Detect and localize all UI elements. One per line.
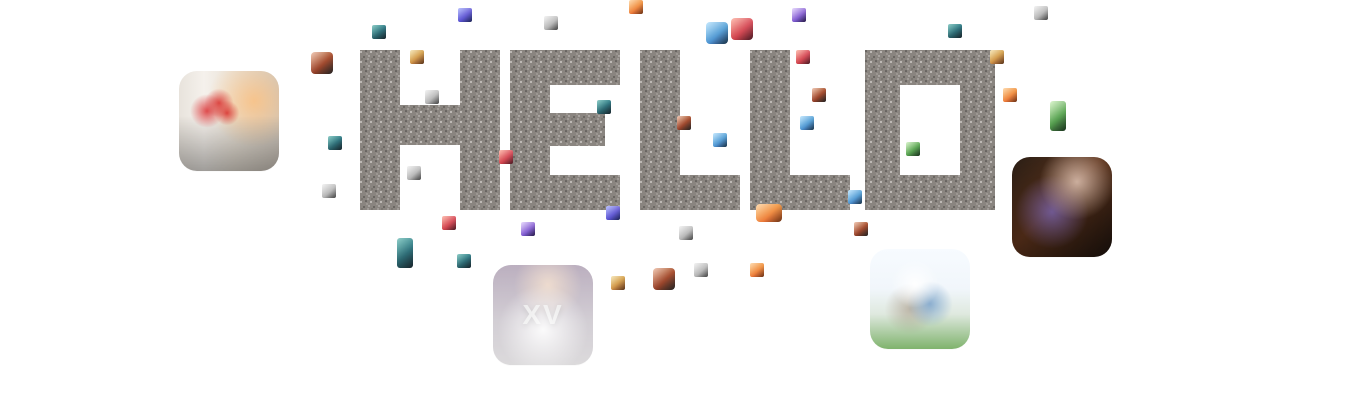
hello-mosaic-svg: [360, 50, 995, 210]
photo-big-couple: [870, 249, 970, 349]
photo-big-bottom-label: XV: [522, 299, 564, 330]
thumbnail: [597, 100, 611, 114]
thumbnail: [990, 50, 1004, 64]
thumbnail: [322, 184, 336, 198]
thumbnail: [544, 16, 558, 30]
photo-big-bottom: XV: [493, 265, 593, 365]
hello-mosaic: HELLO: [340, 30, 1020, 230]
thumbnail: [677, 116, 691, 130]
thumbnail: [397, 238, 413, 268]
thumbnail: [848, 190, 862, 204]
thumbnail: [425, 90, 439, 104]
thumbnail: [679, 226, 693, 240]
thumbnail: [1050, 101, 1066, 131]
thumbnail: [1034, 6, 1048, 20]
thumbnail: [611, 276, 625, 290]
thumbnail: [948, 24, 962, 38]
thumbnail: [499, 150, 513, 164]
collage-stage: HELLO: [0, 0, 1360, 418]
thumbnail: [328, 136, 342, 150]
thumbnail: [1003, 88, 1017, 102]
thumbnail: [407, 166, 421, 180]
thumbnail: [792, 8, 806, 22]
thumbnail: [442, 216, 456, 230]
thumbnail: [521, 222, 535, 236]
thumbnail: [800, 116, 814, 130]
thumbnail: [653, 268, 675, 290]
thumbnail: [713, 133, 727, 147]
thumbnail: [750, 263, 764, 277]
thumbnail: [731, 18, 753, 40]
thumbnail: [410, 50, 424, 64]
thumbnail: [458, 8, 472, 22]
thumbnail: [854, 222, 868, 236]
thumbnail: [629, 0, 643, 14]
thumbnail: [706, 22, 728, 44]
thumbnail: [812, 88, 826, 102]
thumbnail: [906, 142, 920, 156]
photo-big-left: [179, 71, 279, 171]
photo-big-right: [1012, 157, 1112, 257]
thumbnail: [796, 50, 810, 64]
thumbnail: [457, 254, 471, 268]
thumbnail: [606, 206, 620, 220]
thumbnail: [756, 204, 782, 222]
thumbnail: [372, 25, 386, 39]
thumbnail: [694, 263, 708, 277]
thumbnail: [311, 52, 333, 74]
